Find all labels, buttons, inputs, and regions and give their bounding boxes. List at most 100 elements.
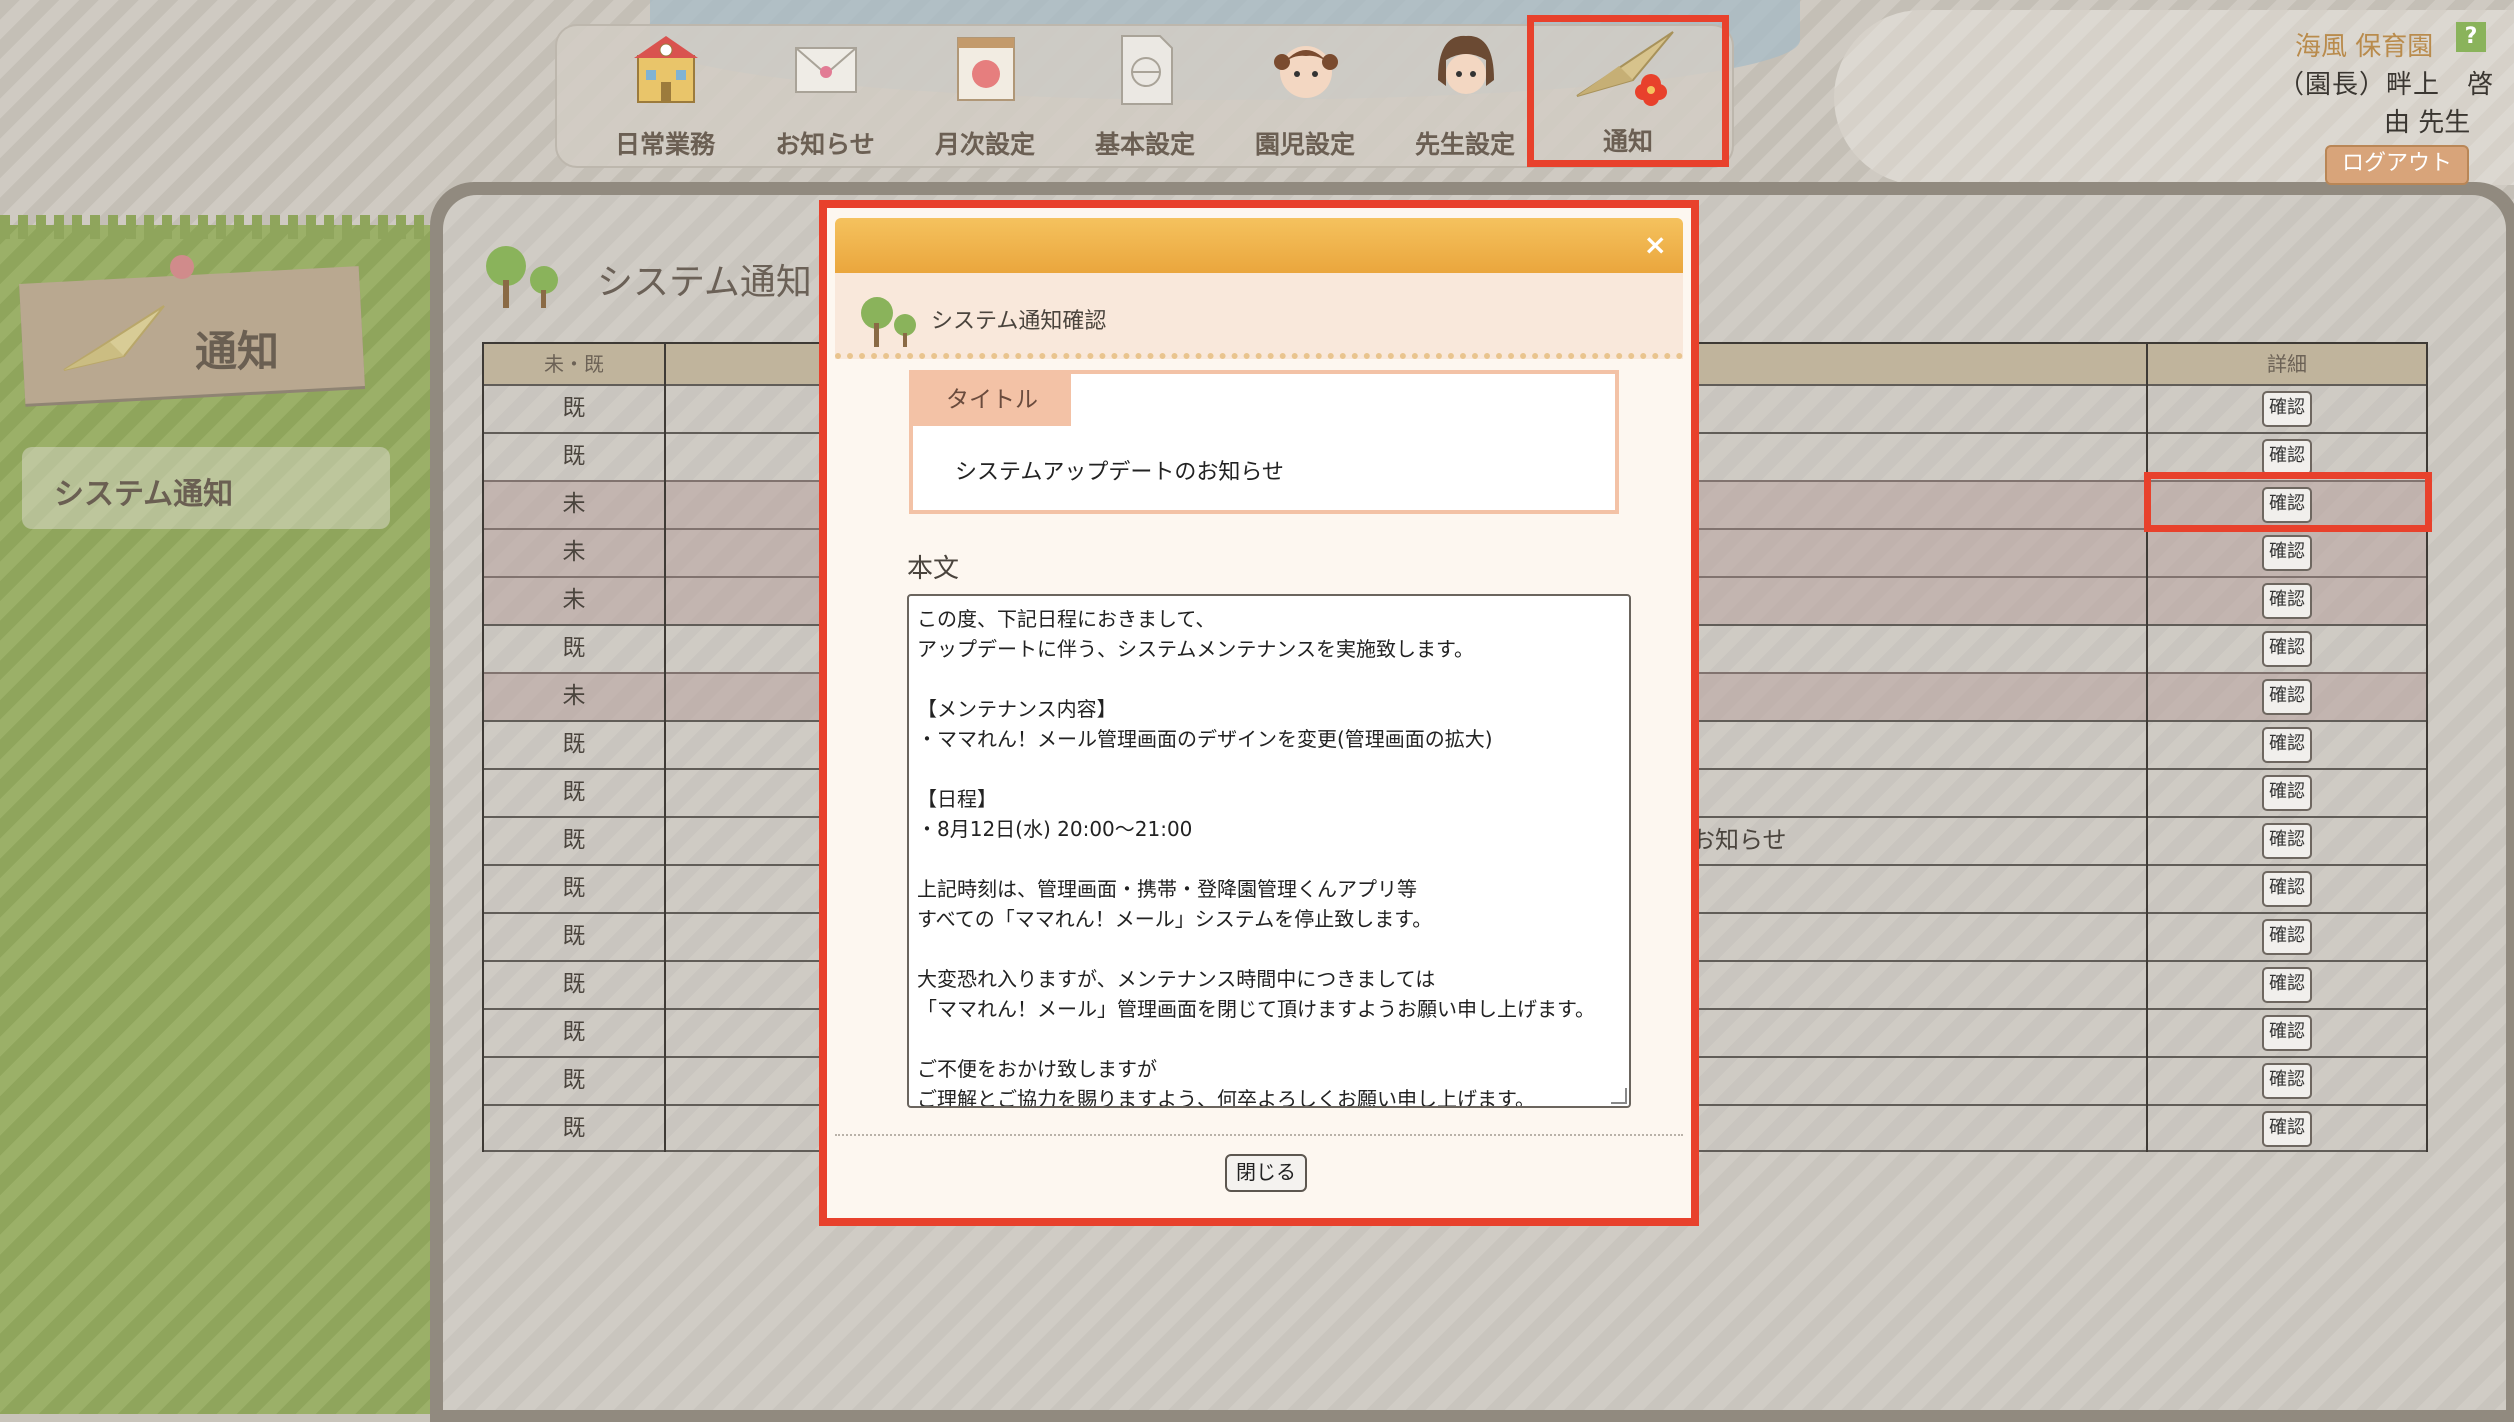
tree-icon (486, 246, 558, 308)
calendar-icon (957, 37, 1015, 101)
nav-item-notices[interactable]: お知らせ (750, 30, 900, 160)
resize-grip-icon[interactable] (1611, 1088, 1627, 1104)
nav-label: 基本設定 (1094, 130, 1195, 159)
sidebar-item-label: システム通知 (54, 477, 234, 512)
user-name: （園長）畔上 啓 (2278, 70, 2495, 100)
dialog-body-line: すべての「ママれん！メール」システムを停止致します。 (917, 907, 1433, 931)
background-grass-edge (0, 215, 440, 239)
page-title: システム通知 (597, 262, 812, 303)
row-status: 既 (484, 624, 666, 672)
row-status: 既 (484, 1008, 666, 1056)
row-status: 既 (484, 720, 666, 768)
paper-plane-icon (63, 305, 165, 371)
nav-label: 先生設定 (1414, 130, 1515, 159)
sidebar-section-title: 通知 (195, 327, 280, 376)
dialog-title-label: タイトル (913, 374, 1071, 426)
nav-item-monthly-settings[interactable]: 月次設定 (910, 30, 1060, 160)
row-status: 既 (484, 384, 666, 432)
row-detail-cell: 確認 (2146, 720, 2426, 768)
confirm-button[interactable]: 確認 (2262, 775, 2312, 811)
row-status: 既 (484, 912, 666, 960)
dialog-body-line: ・ママれん！メール管理画面のデザインを変更(管理画面の拡大) (917, 727, 1493, 751)
confirm-button[interactable]: 確認 (2262, 871, 2312, 907)
row-detail-cell: 確認 (2146, 1104, 2426, 1152)
nav-label: お知らせ (775, 130, 875, 159)
confirm-button[interactable]: 確認 (2262, 535, 2312, 571)
confirm-button[interactable]: 確認 (2262, 391, 2312, 427)
nav-notifications-highlight (1527, 15, 1729, 167)
nav-item-daily-work[interactable]: 日常業務 (590, 30, 740, 160)
confirm-button[interactable]: 確認 (2262, 679, 2312, 715)
row-detail-cell: 確認 (2146, 672, 2426, 720)
document-icon (1121, 35, 1173, 105)
dialog-close-button[interactable]: 閉じる (1225, 1154, 1307, 1192)
confirm-button[interactable]: 確認 (2262, 1015, 2312, 1051)
confirm-button[interactable]: 確認 (2262, 919, 2312, 955)
tree-icon (861, 297, 916, 347)
dialog-body-line (917, 1024, 1621, 1054)
confirm-button[interactable]: 確認 (2262, 583, 2312, 619)
dialog-body-line (917, 844, 1621, 874)
nav-label: 日常業務 (614, 130, 715, 159)
column-header-detail: 詳細 (2146, 344, 2426, 384)
dialog-close-icon[interactable]: × (1644, 228, 1667, 261)
nav-item-basic-settings[interactable]: 基本設定 (1070, 30, 1220, 160)
nav-label: 園児設定 (1254, 130, 1355, 159)
help-icon[interactable]: ? (2456, 22, 2486, 52)
row-detail-cell: 確認 (2146, 1056, 2426, 1104)
sidebar-item-system-notice[interactable]: システム通知 (22, 447, 390, 529)
nav-item-teacher-settings[interactable]: 先生設定 (1390, 30, 1540, 160)
row-status: 既 (484, 816, 666, 864)
dialog-body-line: ご理解とご協力を賜りますよう、何卒よろしくお願い申し上げます。 (917, 1087, 1535, 1108)
dialog-body-line: ご不便をおかけ致しますが (917, 1057, 1157, 1081)
dialog-body-textarea[interactable]: この度、下記日程におきまして、アップデートに伴う、システムメンテナンスを実施致し… (907, 594, 1631, 1108)
row-detail-cell: 確認 (2146, 384, 2426, 432)
dialog-title-box: タイトル システムアップデートのお知らせ (909, 370, 1619, 514)
dialog-body-line: ・8月12日(水) 20:00〜21:00 (917, 817, 1193, 841)
row-detail-cell: 確認 (2146, 1008, 2426, 1056)
row-status: 未 (484, 576, 666, 624)
confirm-row-highlight (2144, 472, 2432, 532)
confirm-button[interactable]: 確認 (2262, 967, 2312, 1003)
dialog-body-line (917, 934, 1621, 964)
row-status: 未 (484, 480, 666, 528)
confirm-button[interactable]: 確認 (2262, 439, 2312, 475)
user-org-name: 海風 保育園 (2295, 32, 2434, 62)
column-header-status: 未・既 (484, 344, 666, 384)
dialog-body-label: 本文 (907, 554, 960, 584)
dialog-body-line: アップデートに伴う、システムメンテナンスを実施致します。 (917, 637, 1474, 661)
dialog-titlebar: × (835, 218, 1683, 273)
dialog-divider (835, 1134, 1683, 1136)
row-status: 未 (484, 528, 666, 576)
dialog-body-line (917, 664, 1621, 694)
dialog-body-line: 【メンテナンス内容】 (917, 697, 1117, 721)
row-detail-cell: 確認 (2146, 576, 2426, 624)
row-status: 既 (484, 1056, 666, 1104)
nav-item-child-settings[interactable]: 園児設定 (1230, 30, 1380, 160)
teacher-face-icon (1438, 35, 1494, 94)
pin-icon (170, 255, 194, 279)
user-name-suffix: 由 先生 (2384, 108, 2471, 138)
row-detail-cell: 確認 (2146, 768, 2426, 816)
row-detail-cell: 確認 (2146, 912, 2426, 960)
dialog-heading: システム通知確認 (931, 309, 1107, 334)
row-subject: お知らせ (1691, 826, 1787, 854)
row-status: 既 (484, 960, 666, 1008)
confirm-button[interactable]: 確認 (2262, 727, 2312, 763)
dialog-body-line: 「ママれん！メール」管理画面を閉じて頂けますようお願い申し上げます。 (917, 997, 1595, 1021)
dialog-body-line: この度、下記日程におきまして、 (917, 607, 1216, 631)
confirm-button[interactable]: 確認 (2262, 1111, 2312, 1147)
confirm-button[interactable]: 確認 (2262, 823, 2312, 859)
logout-button[interactable]: ログアウト (2325, 145, 2469, 185)
row-status: 既 (484, 432, 666, 480)
child-face-icon (1274, 46, 1338, 98)
school-building-icon (634, 36, 698, 103)
row-status: 既 (484, 864, 666, 912)
row-status: 未 (484, 672, 666, 720)
dialog-title-value: システムアップデートのお知らせ (955, 460, 1284, 485)
row-status: 既 (484, 768, 666, 816)
nav-label: 月次設定 (934, 130, 1035, 159)
confirm-button[interactable]: 確認 (2262, 1063, 2312, 1099)
dialog-body-line: 【日程】 (917, 787, 997, 811)
confirm-button[interactable]: 確認 (2262, 631, 2312, 667)
